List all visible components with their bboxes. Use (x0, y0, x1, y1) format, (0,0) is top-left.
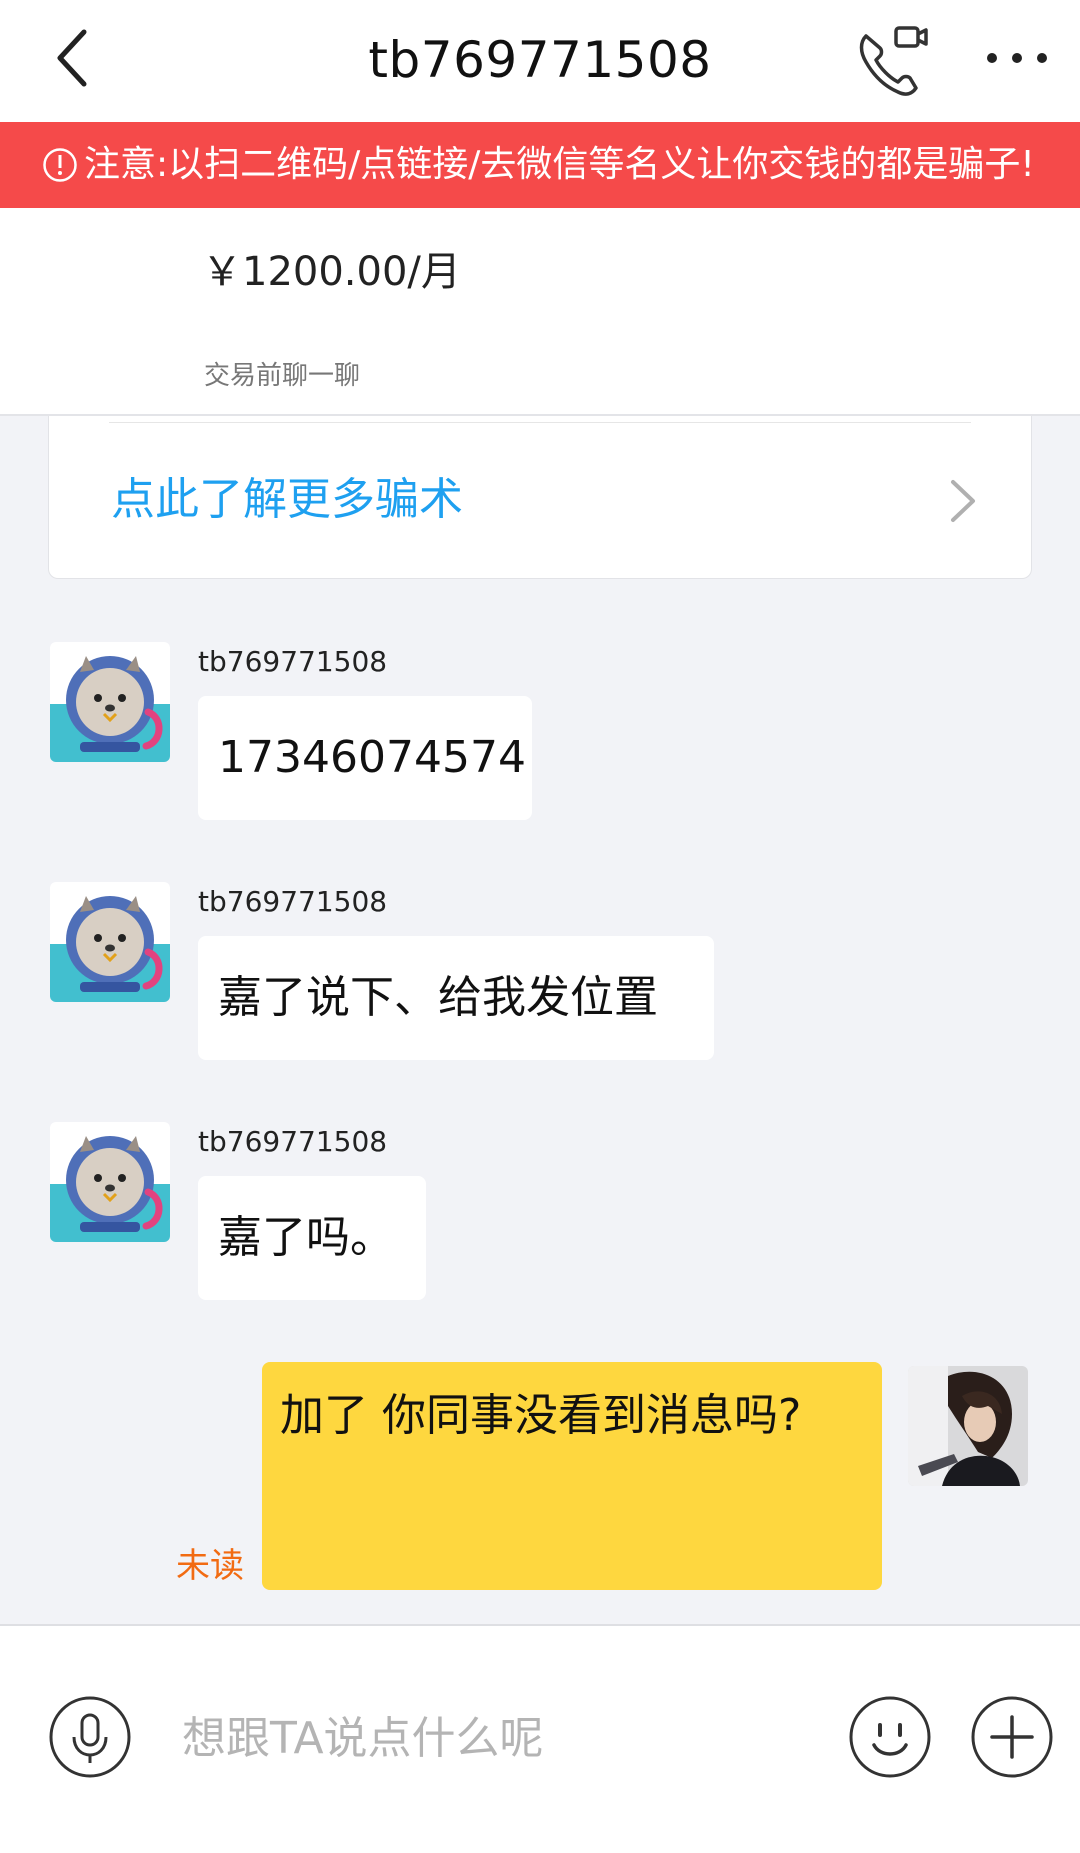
fraud-warning-banner: 注意:以扫二维码/点链接/去微信等名义让你交钱的都是骗子! (0, 122, 1080, 208)
alert-icon (43, 148, 77, 182)
more-button[interactable] (982, 38, 1052, 78)
product-card[interactable]: ￥1200.00/月 交易前聊一聊 (0, 208, 1080, 416)
more-actions-button[interactable] (970, 1695, 1054, 1779)
scam-tips-card[interactable]: 点此了解更多骗术 (48, 416, 1032, 579)
scam-tips-link[interactable]: 点此了解更多骗术 (111, 470, 463, 530)
chevron-right-icon (951, 480, 975, 522)
unread-status: 未读 (176, 1546, 244, 1586)
voice-button[interactable] (48, 1695, 132, 1779)
sender-name: tb769771508 (198, 645, 388, 678)
avatar[interactable] (50, 1122, 170, 1242)
divider (109, 422, 971, 423)
input-bar (0, 1624, 1080, 1853)
emoji-button[interactable] (848, 1695, 932, 1779)
avatar[interactable] (50, 642, 170, 762)
self-message-bubble[interactable]: 加了 你同事没看到消息吗? (262, 1362, 882, 1590)
emoji-icon (849, 1696, 931, 1778)
message-input[interactable] (180, 1702, 824, 1774)
product-price: ￥1200.00/月 (202, 249, 461, 295)
seal-avatar-icon (50, 642, 170, 762)
more-icon (987, 53, 1047, 63)
microphone-icon (49, 1696, 131, 1778)
seal-avatar-icon (50, 882, 170, 1002)
message-bubble[interactable]: 17346074574 (198, 696, 532, 820)
sender-name: tb769771508 (198, 885, 388, 918)
message-bubble[interactable]: 嘉了说下、给我发位置 (198, 936, 714, 1060)
user-avatar-icon (908, 1366, 1028, 1486)
message-bubble[interactable]: 嘉了吗。 (198, 1176, 426, 1300)
self-avatar[interactable] (908, 1366, 1028, 1486)
seal-avatar-icon (50, 1122, 170, 1242)
avatar[interactable] (50, 882, 170, 1002)
chat-header: tb769771508 (0, 0, 1080, 122)
chat-hint: 交易前聊一聊 (204, 361, 361, 391)
video-call-icon (859, 26, 928, 96)
warning-text: 注意:以扫二维码/点链接/去微信等名义让你交钱的都是骗子! (84, 144, 1035, 185)
plus-icon (971, 1696, 1053, 1778)
call-button[interactable] (852, 22, 932, 102)
sender-name: tb769771508 (198, 1125, 388, 1158)
